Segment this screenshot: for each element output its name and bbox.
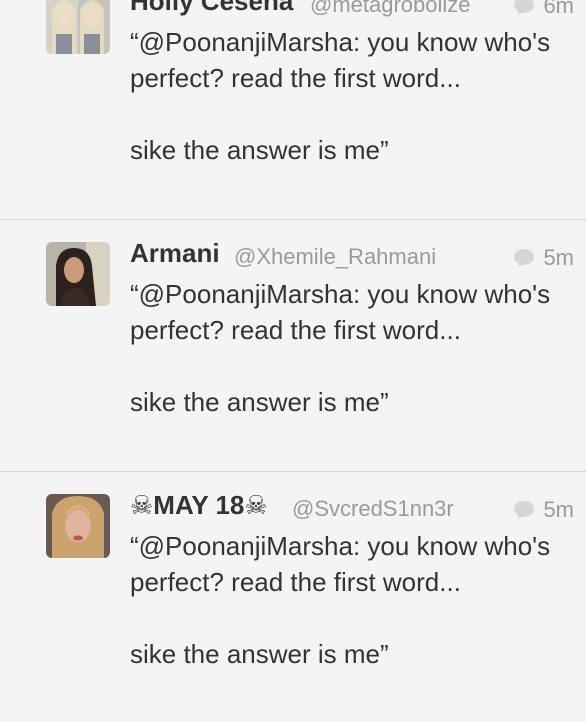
- user-name[interactable]: Holly Cesena: [130, 0, 293, 17]
- avatar[interactable]: [46, 242, 110, 306]
- tweet-text-line: sike the answer is me”: [130, 135, 389, 165]
- timestamp: 5m: [543, 245, 574, 270]
- tweet-header: Holly Cesena @metagrobolize 6m: [130, 0, 574, 22]
- tweet-text-line: sike the answer is me”: [130, 387, 389, 417]
- tweet-meta: 5m: [513, 496, 574, 524]
- timestamp: 6m: [543, 0, 574, 18]
- tweet-text-line: “@PoonanjiMarsha: you know who's perfect…: [130, 531, 551, 597]
- profile-photo-icon: [46, 242, 110, 306]
- tweet-text-line: sike the answer is me”: [130, 639, 389, 669]
- tweet-text: “@PoonanjiMarsha: you know who's perfect…: [130, 528, 566, 672]
- user-handle[interactable]: @Xhemile_Rahmani: [234, 244, 436, 270]
- speech-bubble-icon[interactable]: [513, 248, 535, 268]
- tweet-text-line: “@PoonanjiMarsha: you know who's perfect…: [130, 27, 551, 93]
- tweet-meta: 6m: [513, 0, 574, 20]
- tweet-item[interactable]: ☠MAY 18☠ @SvcredS1nn3r 5m “@PoonanjiMars…: [0, 472, 586, 722]
- profile-photo-icon: [46, 0, 110, 54]
- speech-bubble-icon[interactable]: [513, 500, 535, 520]
- tweet-text: “@PoonanjiMarsha: you know who's perfect…: [130, 276, 566, 420]
- avatar[interactable]: [46, 494, 110, 558]
- user-handle[interactable]: @metagrobolize: [310, 0, 471, 18]
- user-name[interactable]: Armani: [130, 238, 220, 269]
- user-name[interactable]: ☠MAY 18☠: [130, 490, 268, 521]
- avatar[interactable]: [46, 0, 110, 54]
- tweet-header: Armani @Xhemile_Rahmani 5m: [130, 234, 574, 274]
- tweet-meta: 5m: [513, 244, 574, 272]
- user-handle[interactable]: @SvcredS1nn3r: [292, 496, 454, 522]
- timestamp: 5m: [543, 497, 574, 522]
- tweet-text-line: “@PoonanjiMarsha: you know who's perfect…: [130, 279, 551, 345]
- speech-bubble-icon[interactable]: [513, 0, 535, 16]
- tweet-item[interactable]: Armani @Xhemile_Rahmani 5m “@PoonanjiMar…: [0, 220, 586, 472]
- tweet-text: “@PoonanjiMarsha: you know who's perfect…: [130, 24, 566, 168]
- tweet-item[interactable]: Holly Cesena @metagrobolize 6m “@Poonanj…: [0, 0, 586, 220]
- tweet-header: ☠MAY 18☠ @SvcredS1nn3r 5m: [130, 486, 574, 526]
- profile-photo-icon: [46, 494, 110, 558]
- tweet-timeline: Holly Cesena @metagrobolize 6m “@Poonanj…: [0, 0, 586, 722]
